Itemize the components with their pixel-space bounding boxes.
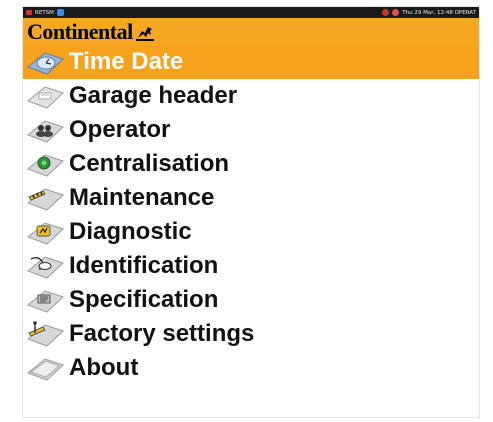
menu-label: Diagnostic — [69, 218, 192, 245]
alert-icon[interactable] — [392, 9, 400, 16]
factory-settings-icon — [27, 321, 64, 347]
clock-icon — [27, 52, 64, 75]
horse-icon — [135, 26, 154, 41]
menu-label: Identification — [69, 252, 219, 279]
centralisation-icon — [27, 154, 64, 177]
menu-item-specification[interactable]: Specification — [23, 283, 479, 317]
menu-item-identification[interactable]: Identification — [23, 249, 479, 283]
menu-item-garage-header[interactable]: Garage header — [23, 79, 479, 113]
menu-item-time-date[interactable]: Time Date — [23, 45, 479, 79]
header-bar: Continental — [23, 18, 479, 45]
device-screen: RETSM Thu 29 Mar, 12:48 OPERAT Continent… — [22, 6, 480, 418]
menu-item-about[interactable]: About — [23, 351, 479, 385]
menu-label: Factory settings — [69, 320, 255, 347]
menu-label: Operator — [69, 116, 171, 143]
about-icon — [27, 358, 64, 381]
logo-text: Continental — [27, 18, 133, 44]
menu-item-factory-settings[interactable]: Factory settings — [23, 317, 479, 351]
menu-item-diagnostic[interactable]: Diagnostic — [23, 215, 479, 249]
diagnostic-icon — [27, 222, 64, 245]
status-bar: RETSM Thu 29 Mar, 12:48 OPERAT — [23, 7, 479, 18]
notification-icon[interactable] — [382, 9, 390, 16]
status-app-name: RETSM — [35, 9, 54, 16]
menu-label: Time Date — [69, 48, 184, 75]
menu-label: Specification — [69, 286, 219, 313]
main-menu: Time Date Garage header Operator Central… — [23, 45, 479, 385]
menu-item-centralisation[interactable]: Centralisation — [23, 147, 479, 181]
brand-logo: Continental — [27, 19, 155, 45]
menu-item-operator[interactable]: Operator — [23, 113, 479, 147]
flag-icon — [26, 10, 32, 15]
operator-icon — [27, 120, 64, 143]
menu-label: Garage header — [69, 82, 238, 109]
maintenance-icon — [27, 188, 64, 211]
status-datetime: Thu 29 Mar, 12:48 OPERAT — [402, 9, 476, 16]
identification-icon — [27, 256, 64, 279]
menu-label: About — [69, 354, 139, 381]
menu-item-maintenance[interactable]: Maintenance — [23, 181, 479, 215]
specification-icon — [27, 290, 64, 313]
menu-label: Centralisation — [69, 150, 230, 177]
garage-header-icon — [27, 86, 64, 109]
menu-label: Maintenance — [69, 184, 215, 211]
app-icon — [56, 9, 64, 16]
